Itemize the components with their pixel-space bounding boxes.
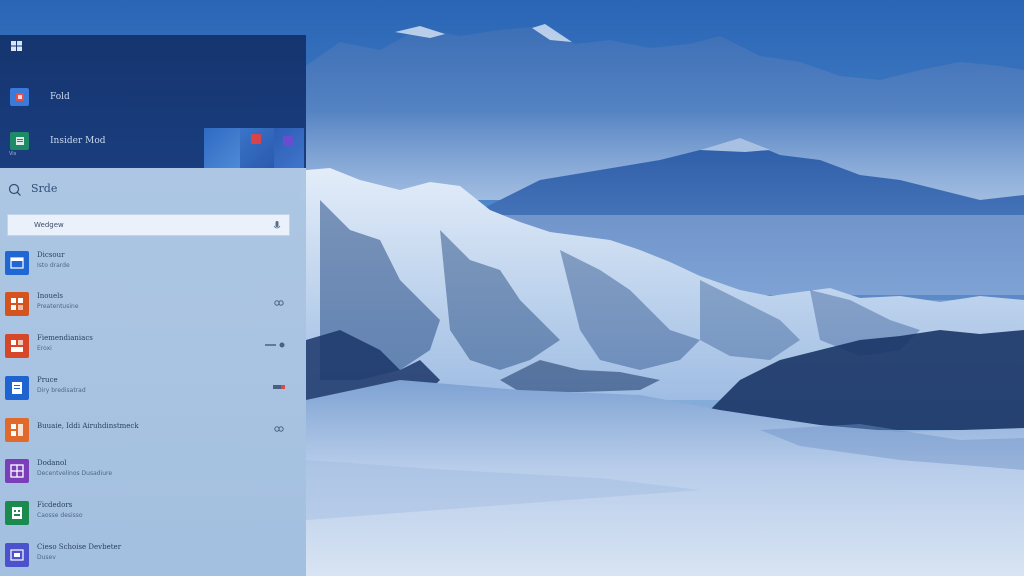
app-name: Inouels [37, 292, 63, 300]
app-subtitle: Dusev [37, 554, 56, 561]
grid-icon [5, 334, 29, 358]
link-icon[interactable] [272, 298, 286, 308]
red-square-icon [10, 88, 29, 106]
search-heading: Srde [31, 182, 58, 195]
app-list-item[interactable]: Inouels Preatentusine [0, 284, 306, 324]
link-icon[interactable] [272, 424, 286, 434]
search-input[interactable] [8, 215, 289, 235]
grid-icon [5, 418, 29, 442]
app-subtitle: Caosse desisso [37, 512, 83, 519]
recent-thumbnail[interactable] [274, 128, 304, 168]
app-subtitle: Preatentusine [37, 303, 79, 310]
app-list-item[interactable]: Buuaie, Iddi Airuhdinstmeck [0, 410, 306, 450]
app-list-item[interactable]: Ficdedors Caosse desisso [0, 493, 306, 533]
app-name: Fiemendianiacs [37, 334, 93, 342]
app-name: Ficdedors [37, 501, 73, 509]
app-subtitle: Eroxi [37, 345, 52, 352]
app-subtitle: Diry bredisatrad [37, 387, 86, 394]
app-list-item[interactable]: Fiemendianiacs Eroxi [0, 326, 306, 366]
start-menu-panel: Fold Insider Mod Vis Srde Dicsour [0, 35, 306, 576]
app-list-item[interactable]: Dicsour Isto drarde [0, 243, 306, 283]
search-icon[interactable] [8, 182, 24, 198]
app-subtitle: Isto drarde [37, 262, 70, 269]
pinned-item-sublabel: Vis [9, 151, 17, 157]
search-box[interactable] [7, 214, 290, 236]
recent-thumbnails[interactable] [204, 128, 304, 168]
pinned-item-insider[interactable]: Insider Mod Vis [9, 131, 106, 157]
recent-thumbnail[interactable] [204, 128, 240, 168]
app-name: Cieso Schoise Devbeter [37, 543, 122, 551]
app-list-item[interactable]: Dodanol Decentvelinos Dusadiure [0, 451, 306, 491]
sheet-icon [10, 132, 29, 150]
flag-icon[interactable] [272, 382, 286, 392]
grid-icon [5, 459, 29, 483]
microphone-icon[interactable] [273, 220, 281, 232]
app-subtitle: Decentvelinos Dusadiure [37, 470, 113, 477]
grid-icon [5, 292, 29, 316]
window-icon [5, 376, 29, 400]
sheet-icon [5, 501, 29, 525]
app-name: Dicsour [37, 251, 65, 259]
recent-thumbnail[interactable] [240, 128, 274, 168]
toggle-icon[interactable] [264, 340, 286, 350]
app-name: Pruce [37, 376, 58, 384]
app-thumbnail-icon [251, 134, 261, 144]
app-name: Buuaie, Iddi Airuhdinstmeck [37, 422, 139, 430]
app-list-item[interactable]: Pruce Diry bredisatrad [0, 368, 306, 408]
pinned-item-fold[interactable]: Fold [10, 87, 70, 107]
app-thumbnail-icon [283, 136, 293, 146]
app-list-item[interactable]: Cieso Schoise Devbeter Dusev [0, 535, 306, 575]
windows-logo-icon[interactable] [8, 39, 24, 53]
pinned-item-label: Insider Mod [50, 136, 106, 146]
window-icon [5, 251, 29, 275]
app-name: Dodanol [37, 459, 67, 467]
pinned-item-label: Fold [50, 92, 70, 102]
window-icon [5, 543, 29, 567]
